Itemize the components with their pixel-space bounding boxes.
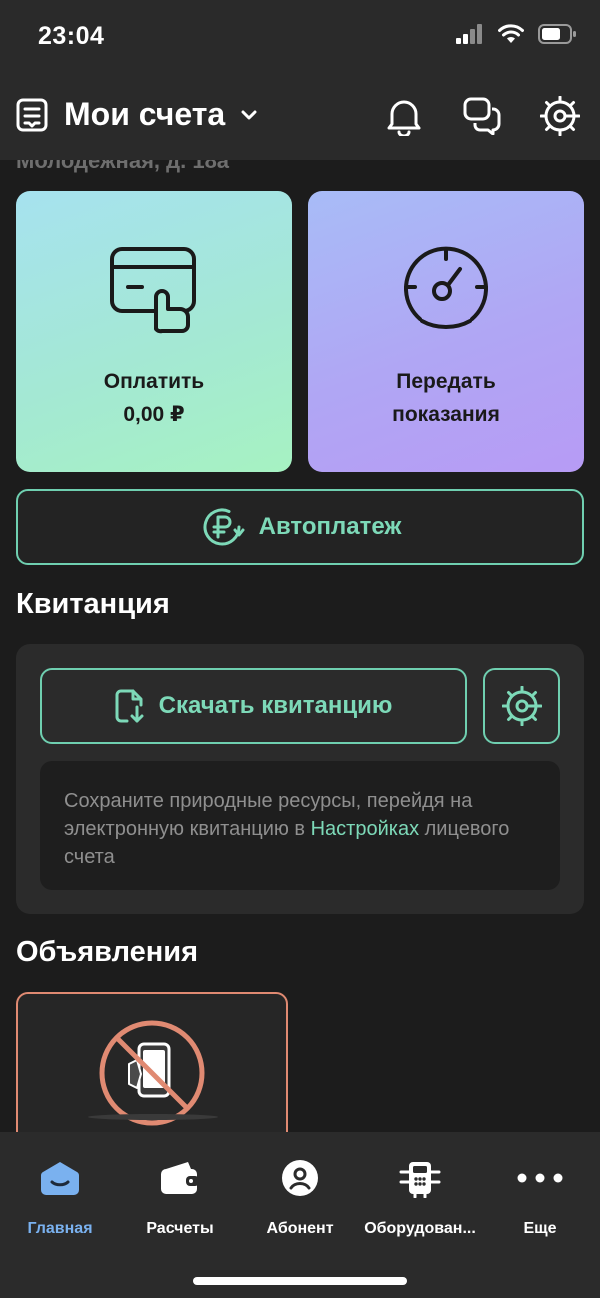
notifications-button[interactable] — [384, 94, 424, 138]
tab-more-label: Еще — [523, 1220, 557, 1237]
chevron-down-icon — [241, 110, 257, 119]
gear-icon — [540, 96, 580, 136]
signal-icon — [456, 24, 482, 44]
receipt-settings-button[interactable] — [483, 668, 560, 744]
account-address: Молодежная, д. 18а — [16, 160, 230, 173]
user-icon — [282, 1160, 318, 1196]
tab-equipment-label: Оборудован... — [364, 1220, 476, 1237]
pay-tile-amount: 0,00 ₽ — [123, 403, 185, 426]
tab-payments-label: Расчеты — [146, 1220, 214, 1237]
app-header: Мои счета — [0, 76, 600, 160]
announcement-shadow — [88, 1114, 218, 1120]
pay-tile-title: Оплатить — [103, 370, 205, 393]
tab-home[interactable]: Главная — [0, 1158, 120, 1238]
tab-subscriber-label: Абонент — [266, 1220, 334, 1237]
pay-tile-label: Оплатить 0,00 ₽ — [16, 365, 292, 431]
settings-link[interactable]: Настройках — [311, 818, 419, 840]
chat-icon — [463, 97, 501, 135]
gear-icon — [501, 686, 542, 726]
announcement-card[interactable] — [16, 992, 288, 1132]
bottom-tab-bar: Главная Расчеты Абонент Оборудован... Ещ… — [0, 1132, 600, 1298]
status-icons — [456, 24, 576, 44]
tab-more[interactable]: Еще — [480, 1158, 600, 1238]
status-bar: 23:04 — [0, 0, 600, 76]
home-icon — [40, 1162, 80, 1195]
main-content[interactable]: Молодежная, д. 18а Оплатить 0,00 ₽ Перед… — [0, 160, 600, 1132]
autopay-label: Автоплатеж — [258, 513, 402, 540]
more-icon — [517, 1173, 563, 1183]
tab-subscriber[interactable]: Абонент — [240, 1158, 360, 1238]
receipt-card: Скачать квитанцию Сохраните природные ре… — [16, 644, 584, 914]
home-indicator[interactable] — [193, 1277, 407, 1285]
tab-payments[interactable]: Расчеты — [120, 1158, 240, 1238]
header-actions — [384, 94, 580, 138]
meter-tile-label: Передать показания — [308, 365, 584, 431]
meter-readings-tile[interactable]: Передать показания — [308, 191, 584, 472]
bell-icon — [387, 100, 421, 136]
card-tap-icon — [110, 247, 196, 334]
tab-equipment[interactable]: Оборудован... — [360, 1158, 480, 1238]
page-title: Мои счета — [64, 96, 226, 132]
no-phone-icon — [99, 1020, 205, 1126]
receipt-section-title: Квитанция — [16, 588, 170, 620]
status-time: 23:04 — [38, 22, 105, 50]
download-receipt-button[interactable]: Скачать квитанцию — [40, 668, 467, 744]
messages-button[interactable] — [462, 94, 502, 138]
eco-receipt-note: Сохраните природные ресурсы, перейдя на … — [40, 761, 560, 890]
tab-home-label: Главная — [27, 1220, 93, 1237]
battery-icon — [538, 24, 576, 44]
announcements-section-title: Объявления — [16, 936, 199, 968]
wallet-icon — [161, 1162, 199, 1194]
screen: 23:04 Мои счета Молодежная, д. 18а Оплат… — [0, 0, 600, 1298]
wifi-icon — [498, 24, 524, 43]
account-switcher[interactable]: Мои счета — [16, 96, 257, 133]
autopay-button[interactable]: Автоплатеж — [16, 489, 584, 565]
ruble-refresh-icon — [203, 508, 245, 546]
device-icon — [399, 1162, 441, 1198]
settings-button[interactable] — [540, 94, 580, 138]
receipt-list-icon — [16, 98, 48, 131]
meter-tile-line2: показания — [392, 403, 500, 426]
pay-tile[interactable]: Оплатить 0,00 ₽ — [16, 191, 292, 472]
download-receipt-label: Скачать квитанцию — [158, 692, 393, 719]
gauge-icon — [404, 246, 488, 329]
meter-tile-line1: Передать — [396, 370, 496, 393]
file-download-icon — [115, 689, 144, 723]
